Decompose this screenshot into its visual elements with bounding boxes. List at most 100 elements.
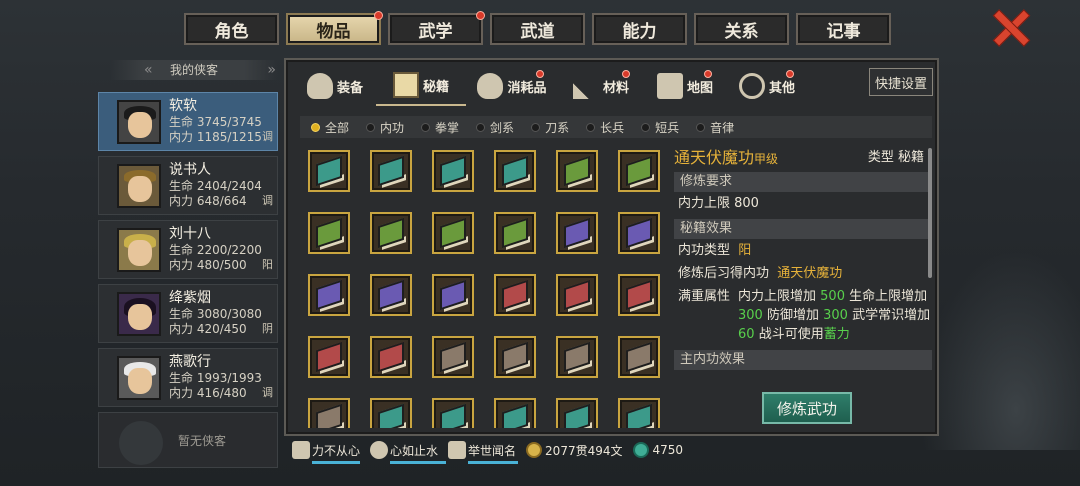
book-slot[interactable]: [618, 150, 660, 192]
character-name: 刘十八: [169, 226, 211, 242]
book-slot[interactable]: [494, 274, 536, 316]
book-slot[interactable]: [556, 398, 598, 428]
tab-2[interactable]: 武学: [388, 11, 485, 45]
filter-option[interactable]: 短兵: [641, 119, 679, 136]
book-slot[interactable]: [432, 398, 474, 428]
tab-6[interactable]: 记事: [796, 13, 891, 45]
character-tag: 调: [262, 386, 273, 399]
book-slot[interactable]: [494, 398, 536, 428]
filter-label: 音律: [710, 120, 735, 135]
filter-option[interactable]: 剑系: [476, 119, 514, 136]
book-slot[interactable]: [618, 212, 660, 254]
tab-5[interactable]: 关系: [694, 13, 789, 45]
status-strength: 力不从心: [292, 441, 361, 464]
book-title: 通天伏魔功: [674, 148, 755, 167]
book-icon: [440, 403, 466, 428]
tab-3[interactable]: 武道: [490, 13, 585, 45]
book-icon: [564, 403, 590, 428]
category-2[interactable]: 消耗品: [466, 66, 558, 106]
book-slot[interactable]: [556, 274, 598, 316]
character-card[interactable]: 燕歌行 生命 1993/1993 内力 416/480 调: [98, 348, 278, 407]
herb-icon: [572, 73, 599, 99]
book-slot[interactable]: [556, 336, 598, 378]
filter-option[interactable]: 刀系: [531, 119, 569, 136]
tab-4[interactable]: 能力: [592, 13, 687, 45]
effect-header: 秘籍效果: [674, 219, 932, 239]
inventory-panel: 装备 秘籍 消耗品 材料 地图 其他 快捷设置 全部 内功 拳掌 剑系 刀系 长兵 短兵 音律 通天伏魔…: [284, 58, 939, 436]
book-slot[interactable]: [370, 150, 412, 192]
character-card[interactable]: 说书人 生命 2404/2404 内力 648/664 调: [98, 156, 278, 215]
skill-type-label: 内功类型: [678, 243, 731, 258]
close-icon[interactable]: [990, 6, 1030, 46]
avatar: [117, 227, 161, 272]
tab-label: 能力: [622, 21, 657, 42]
shortcut-settings-button[interactable]: 快捷设置: [869, 68, 933, 96]
book-slot[interactable]: [618, 336, 660, 378]
character-hp: 生命 3080/3080: [169, 307, 262, 321]
book-slot[interactable]: [370, 274, 412, 316]
character-card[interactable]: 绛紫烟 生命 3080/3080 内力 420/450 阴: [98, 284, 278, 343]
book-slot[interactable]: [370, 336, 412, 378]
category-label: 装备: [336, 80, 363, 96]
character-list: 软软 生命 3745/3745 内力 1185/1215 调说书人 生命 2404/24…: [98, 92, 278, 473]
book-slot[interactable]: [618, 274, 660, 316]
party-header-label: 我的侠客: [169, 63, 218, 77]
character-card[interactable]: 刘十八 生命 2200/2200 内力 480/500 阳: [98, 220, 278, 279]
filter-option[interactable]: 内功: [366, 119, 404, 136]
book-slot[interactable]: [432, 150, 474, 192]
status-strength-label: 力不从心: [312, 443, 361, 458]
jade-value: 4750: [652, 443, 684, 457]
radio-icon: [641, 122, 651, 132]
character-info: 软软 生命 3745/3745 内力 1185/1215: [169, 98, 262, 145]
character-card[interactable]: 软软 生命 3745/3745 内力 1185/1215 调: [98, 92, 278, 151]
book-slot[interactable]: [432, 336, 474, 378]
category-5[interactable]: 其他: [726, 66, 808, 106]
attr-part: 60: [738, 327, 755, 342]
book-slot[interactable]: [308, 336, 350, 378]
muscle-icon: [292, 441, 310, 459]
book-slot[interactable]: [618, 398, 660, 428]
character-hp: 生命 3745/3745: [169, 115, 262, 129]
category-3[interactable]: 材料: [558, 66, 644, 106]
category-label: 地图: [686, 80, 713, 96]
filter-option[interactable]: 音律: [696, 119, 734, 136]
filter-option[interactable]: 全部: [311, 119, 349, 136]
book-slot[interactable]: [308, 150, 350, 192]
full-attribute-label: 满重属性: [678, 289, 731, 304]
filter-option[interactable]: 长兵: [586, 119, 624, 136]
chevron-left-icon[interactable]: «: [144, 60, 153, 80]
book-slot[interactable]: [494, 212, 536, 254]
book-grid: [308, 150, 668, 428]
book-slot[interactable]: [308, 274, 350, 316]
book-slot[interactable]: [308, 398, 350, 428]
character-info: 刘十八 生命 2200/2200 内力 480/500: [169, 226, 262, 273]
category-label: 其他: [768, 80, 795, 96]
book-slot[interactable]: [308, 212, 350, 254]
armor-icon: [306, 73, 333, 99]
full-attribute-row: 满重属性 内力上限增加 500 生命上限增加 300 防御增加 300 武学常识…: [674, 287, 932, 344]
filter-option[interactable]: 拳掌: [421, 119, 459, 136]
chevron-right-icon[interactable]: »: [267, 60, 276, 80]
tab-label: 角色: [214, 21, 249, 42]
book-slot[interactable]: [370, 398, 412, 428]
book-slot[interactable]: [494, 336, 536, 378]
book-slot[interactable]: [556, 150, 598, 192]
category-bar: 装备 秘籍 消耗品 材料 地图 其他: [294, 66, 930, 106]
radio-icon: [421, 122, 431, 132]
book-slot[interactable]: [432, 274, 474, 316]
tab-1[interactable]: 物品: [286, 11, 383, 45]
tab-0[interactable]: 角色: [184, 13, 279, 45]
book-slot[interactable]: [370, 212, 412, 254]
category-0[interactable]: 装备: [294, 66, 376, 106]
train-skill-button[interactable]: 修炼武功: [762, 392, 852, 424]
category-1[interactable]: 秘籍: [376, 66, 466, 106]
category-4[interactable]: 地图: [644, 66, 726, 106]
empty-character-slot[interactable]: 暂无侠客: [98, 412, 278, 468]
learn-value: 通天伏魔功: [777, 266, 843, 281]
character-mp: 内力 480/500: [169, 258, 247, 272]
book-slot[interactable]: [494, 150, 536, 192]
tab-label: 记事: [826, 21, 861, 42]
book-slot[interactable]: [556, 212, 598, 254]
book-slot[interactable]: [432, 212, 474, 254]
character-tag: 阴: [262, 322, 273, 335]
